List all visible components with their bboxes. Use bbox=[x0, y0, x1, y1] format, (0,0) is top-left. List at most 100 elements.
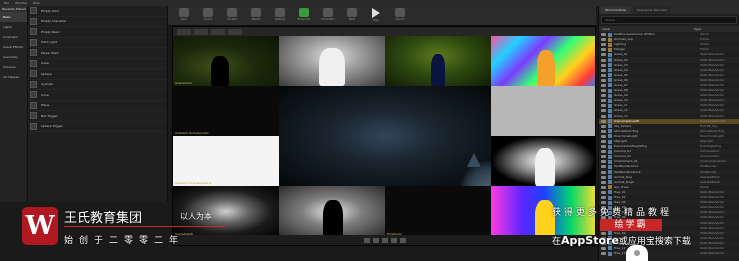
brand-name: 王氏教育集团 bbox=[64, 211, 143, 226]
visibility-eye-icon[interactable] bbox=[601, 196, 606, 200]
skip-back-icon[interactable] bbox=[364, 237, 370, 243]
visibility-eye-icon[interactable] bbox=[601, 48, 606, 52]
visibility-eye-icon[interactable] bbox=[601, 38, 606, 42]
list-item[interactable]: Box Trigger bbox=[28, 111, 167, 122]
visibility-eye-icon[interactable] bbox=[601, 78, 606, 82]
visibility-eye-icon[interactable] bbox=[601, 185, 606, 189]
visibility-eye-icon[interactable] bbox=[601, 170, 606, 174]
visibility-eye-icon[interactable] bbox=[601, 68, 606, 72]
level-viewport[interactable]: SceneColor Ambient Occlusion/AO Ambient … bbox=[172, 26, 596, 246]
list-item[interactable]: Sphere bbox=[28, 69, 167, 80]
dog-silhouette bbox=[323, 200, 343, 237]
source-button[interactable]: Source bbox=[198, 7, 218, 24]
visibility-eye-icon[interactable] bbox=[601, 104, 606, 108]
buffer-specular: Ambient Occlusion/AO 2 bbox=[173, 136, 279, 186]
mode-lights[interactable]: Lights bbox=[0, 22, 27, 32]
mode-basic[interactable]: Basic bbox=[0, 12, 27, 22]
list-item[interactable]: Empty Pawn bbox=[28, 27, 167, 38]
tab-sequencer-recorder[interactable]: Sequencer Recorder bbox=[632, 6, 672, 14]
market-button[interactable]: Market bbox=[246, 7, 266, 24]
cinematics-button[interactable]: Cinematics bbox=[318, 7, 338, 24]
step-back-icon[interactable] bbox=[373, 237, 379, 243]
mode-visual-effects[interactable]: Visual Effects bbox=[0, 42, 27, 52]
build-button[interactable]: Build bbox=[342, 7, 362, 24]
tab-world-outliner[interactable]: World Outliner bbox=[601, 6, 631, 14]
visibility-eye-icon[interactable] bbox=[601, 63, 606, 67]
visibility-eye-icon[interactable] bbox=[601, 129, 606, 133]
mode-geometry[interactable]: Geometry bbox=[0, 52, 27, 62]
visibility-eye-icon[interactable] bbox=[601, 180, 606, 184]
visibility-eye-icon[interactable] bbox=[601, 165, 606, 169]
actor-icon bbox=[30, 17, 37, 25]
mascot-icon bbox=[626, 245, 648, 261]
blueprints-button[interactable]: Blueprints bbox=[294, 7, 314, 24]
play-button[interactable]: Play bbox=[366, 7, 386, 24]
content-button[interactable]: Content bbox=[222, 7, 242, 24]
visibility-eye-icon[interactable] bbox=[601, 140, 606, 144]
visibility-eye-icon[interactable] bbox=[601, 175, 606, 179]
visibility-eye-icon[interactable] bbox=[601, 83, 606, 87]
visibility-eye-icon[interactable] bbox=[601, 124, 606, 128]
visibility-eye-icon[interactable] bbox=[601, 99, 606, 103]
mode-all-classes[interactable]: All Classes bbox=[0, 72, 27, 82]
step-forward-icon[interactable] bbox=[391, 237, 397, 243]
modes-panel: Recently Placed Basic Lights Cinematic V… bbox=[0, 6, 28, 202]
visibility-eye-icon[interactable] bbox=[601, 43, 606, 47]
visibility-eye-icon[interactable] bbox=[601, 160, 606, 164]
perspective-button[interactable] bbox=[194, 28, 208, 35]
settings-icon bbox=[275, 7, 285, 17]
visibility-eye-icon[interactable] bbox=[601, 114, 606, 118]
actor-icon bbox=[608, 32, 612, 37]
mode-volumes[interactable]: Volumes bbox=[0, 62, 27, 72]
settings-button[interactable]: Settings bbox=[270, 7, 290, 24]
brand-since: 始创于二零零二年 bbox=[64, 236, 185, 246]
buffer-metallic bbox=[491, 136, 595, 186]
visibility-eye-icon[interactable] bbox=[601, 201, 606, 205]
actor-icon bbox=[608, 195, 612, 200]
list-item[interactable]: Player Start bbox=[28, 48, 167, 59]
visibility-eye-icon[interactable] bbox=[601, 252, 606, 256]
actor-icon bbox=[608, 52, 612, 57]
actor-icon bbox=[608, 190, 612, 195]
list-item[interactable]: Cube bbox=[28, 59, 167, 69]
visibility-eye-icon[interactable] bbox=[601, 150, 606, 154]
visibility-eye-icon[interactable] bbox=[601, 94, 606, 98]
outliner-search-input[interactable]: Search... bbox=[601, 16, 737, 24]
buffer-label: Ambient Occlusion/AO 2 bbox=[175, 181, 212, 185]
visibility-eye-icon[interactable] bbox=[601, 109, 606, 113]
list-item[interactable]: Empty Character bbox=[28, 17, 167, 27]
list-item[interactable]: Empty Actor bbox=[28, 6, 167, 17]
visibility-eye-icon[interactable] bbox=[601, 190, 606, 194]
visibility-eye-icon[interactable] bbox=[601, 119, 606, 123]
list-item[interactable]: Cylinder bbox=[28, 80, 167, 90]
viewport-options-button[interactable] bbox=[177, 28, 191, 35]
launch-button[interactable]: Launch bbox=[390, 7, 410, 24]
list-item[interactable]: Plane bbox=[28, 101, 167, 111]
actor-icon bbox=[608, 119, 612, 124]
visibility-eye-icon[interactable] bbox=[601, 145, 606, 149]
outliner-row[interactable]: Tree_13 StaticMeshActor bbox=[599, 251, 739, 257]
visibility-eye-icon[interactable] bbox=[601, 53, 606, 57]
visibility-eye-icon[interactable] bbox=[601, 58, 606, 62]
visibility-eye-icon[interactable] bbox=[601, 155, 606, 159]
list-item[interactable]: Cone bbox=[28, 90, 167, 101]
buffer-scene-color: SceneColor bbox=[173, 36, 279, 86]
save-button[interactable]: Save bbox=[174, 7, 194, 24]
list-item[interactable]: Point Light bbox=[28, 38, 167, 48]
build-icon bbox=[347, 7, 357, 17]
actor-icon bbox=[608, 170, 612, 175]
visibility-eye-icon[interactable] bbox=[601, 246, 606, 250]
play-icon[interactable] bbox=[382, 237, 388, 243]
mode-cinematic[interactable]: Cinematic bbox=[0, 32, 27, 42]
list-item[interactable]: Sphere Trigger bbox=[28, 122, 167, 132]
buffer-final-color bbox=[279, 86, 491, 186]
source-icon bbox=[203, 7, 213, 17]
skip-forward-icon[interactable] bbox=[400, 237, 406, 243]
actor-icon bbox=[30, 122, 37, 130]
show-button[interactable] bbox=[228, 28, 242, 35]
visibility-eye-icon[interactable] bbox=[601, 33, 606, 37]
visibility-eye-icon[interactable] bbox=[601, 73, 606, 77]
visibility-eye-icon[interactable] bbox=[601, 89, 606, 93]
lit-button[interactable] bbox=[211, 28, 225, 35]
visibility-eye-icon[interactable] bbox=[601, 134, 606, 138]
